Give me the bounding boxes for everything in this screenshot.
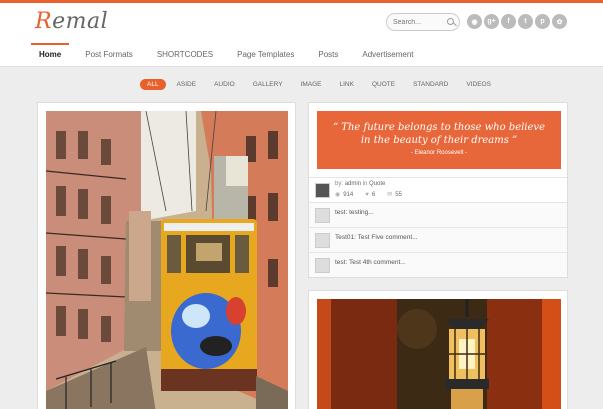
comment-text: test: testing... <box>335 209 374 216</box>
byline-prefix: by: <box>335 181 344 187</box>
commenter-avatar <box>315 208 330 223</box>
quote-author: - Eleanor Roosevelt - <box>410 150 468 156</box>
views-count: 914 <box>343 191 354 198</box>
nav-item-page-templates[interactable]: Page Templates <box>229 43 302 67</box>
comment-text: test: Test 4th comment... <box>335 259 406 266</box>
pinterest-icon[interactable]: p <box>535 14 550 29</box>
site-logo[interactable]: Remal <box>35 9 108 34</box>
quote-text: “ The future belongs to those who believ… <box>333 122 545 146</box>
share-icon[interactable]: ✿ <box>552 14 567 29</box>
likes-stat[interactable]: ♥ 6 <box>365 191 375 198</box>
search-input[interactable] <box>393 16 445 28</box>
nav-item-advertisement[interactable]: Advertisement <box>354 43 421 67</box>
twitter-icon[interactable]: t <box>518 14 533 29</box>
filter-link[interactable]: LINK <box>333 79 361 90</box>
quote-post-card[interactable]: “ The future belongs to those who believ… <box>308 102 568 278</box>
nav-item-shortcodes[interactable]: SHORTCODES <box>149 43 221 67</box>
likes-count: 6 <box>371 191 376 198</box>
views-stat: ◉ 914 <box>335 191 354 199</box>
image-post-card-lamp[interactable] <box>308 290 568 409</box>
quote-block[interactable]: “ The future belongs to those who believ… <box>317 111 561 169</box>
post-meta: by: admin in Quote ◉ 914 ♥ 6 ✉ 55 <box>309 177 567 202</box>
eye-icon: ◉ <box>335 192 341 198</box>
nav-item-post-formats[interactable]: Post Formats <box>77 43 141 67</box>
filter-audio[interactable]: AUDIO <box>207 79 242 90</box>
social-icons: ◉ g+ f t p ✿ <box>467 14 567 29</box>
search-icon[interactable] <box>447 18 454 25</box>
heart-icon: ♥ <box>365 191 369 198</box>
author-avatar[interactable] <box>315 183 330 198</box>
filter-image[interactable]: IMAGE <box>294 79 329 90</box>
comments-stat[interactable]: ✉ 55 <box>387 191 402 199</box>
google-plus-icon[interactable]: g+ <box>484 14 499 29</box>
author-link[interactable]: admin <box>345 181 361 187</box>
facebook-icon[interactable]: f <box>501 14 516 29</box>
filter-aside[interactable]: ASIDE <box>170 79 204 90</box>
post-stats: ◉ 914 ♥ 6 ✉ 55 <box>335 191 402 199</box>
search-box[interactable] <box>386 13 460 31</box>
rss-icon[interactable]: ◉ <box>467 14 482 29</box>
comments-count: 55 <box>395 191 402 198</box>
format-filter-bar: ALL ASIDE AUDIO GALLERY IMAGE LINK QUOTE… <box>140 79 498 90</box>
commenter-avatar <box>315 233 330 248</box>
filter-standard[interactable]: STANDARD <box>406 79 455 90</box>
comment-item[interactable]: test: testing... <box>309 202 567 227</box>
comment-icon: ✉ <box>387 192 393 198</box>
filter-quote[interactable]: QUOTE <box>365 79 402 90</box>
site-header: Remal ◉ g+ f t p ✿ Home Post Formats SHO… <box>0 3 603 67</box>
byline-in: in <box>362 181 368 187</box>
tram-street-photo[interactable] <box>46 111 288 409</box>
image-post-card[interactable] <box>37 102 296 409</box>
comment-text: Test01: Test Five comment... <box>335 234 418 241</box>
comment-item[interactable]: Test01: Test Five comment... <box>309 227 567 252</box>
nav-item-posts[interactable]: Posts <box>310 43 346 67</box>
post-byline: by: admin in Quote <box>335 181 385 187</box>
comment-item[interactable]: test: Test 4th comment... <box>309 252 567 277</box>
filter-all[interactable]: ALL <box>140 79 166 90</box>
category-link[interactable]: Quote <box>369 181 385 187</box>
filter-gallery[interactable]: GALLERY <box>246 79 290 90</box>
filter-videos[interactable]: VIDEOS <box>459 79 498 90</box>
main-nav: Home Post Formats SHORTCODES Page Templa… <box>31 43 430 67</box>
lantern-photo[interactable] <box>317 299 561 409</box>
nav-item-home[interactable]: Home <box>31 43 70 67</box>
commenter-avatar <box>315 258 330 273</box>
